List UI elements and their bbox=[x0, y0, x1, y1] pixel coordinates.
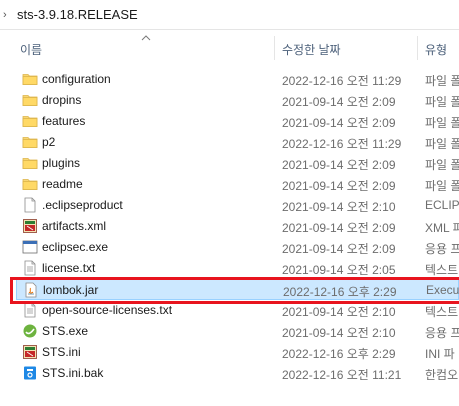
file-name[interactable]: configuration bbox=[42, 72, 111, 86]
folder-icon bbox=[22, 134, 38, 150]
text-file-icon bbox=[22, 302, 38, 318]
file-type: 파일 폴 bbox=[425, 179, 459, 193]
text-file-icon bbox=[22, 260, 38, 276]
address-bar[interactable]: › sts-3.9.18.RELEASE bbox=[0, 0, 459, 30]
sort-ascending-icon bbox=[141, 35, 151, 41]
folder-icon bbox=[22, 113, 38, 129]
file-date-modified: 2021-09-14 오전 2:10 bbox=[282, 326, 396, 340]
file-type: 응용 프 bbox=[425, 326, 459, 340]
file-name[interactable]: features bbox=[42, 114, 85, 128]
file-date-modified: 2021-09-14 오전 2:09 bbox=[282, 158, 396, 172]
file-date-modified: 2022-12-16 오전 11:29 bbox=[282, 137, 402, 151]
file-name[interactable]: artifacts.xml bbox=[42, 219, 106, 233]
file-name[interactable]: p2 bbox=[42, 135, 55, 149]
file-date-modified: 2021-09-14 오전 2:09 bbox=[282, 95, 396, 109]
file-row[interactable]: dropins 2021-09-14 오전 2:09 파일 폴 bbox=[16, 90, 459, 111]
file-name[interactable]: plugins bbox=[42, 156, 80, 170]
address-path[interactable]: sts-3.9.18.RELEASE bbox=[17, 7, 138, 22]
file-date-modified: 2021-09-14 오전 2:05 bbox=[282, 263, 396, 277]
column-separator[interactable] bbox=[274, 36, 275, 60]
folder-icon bbox=[22, 155, 38, 171]
file-type: 텍스트 bbox=[425, 305, 459, 319]
file-row[interactable]: STS.ini.bak 2022-12-16 오전 11:21 한컴오 bbox=[16, 363, 459, 384]
file-name[interactable]: open-source-licenses.txt bbox=[42, 303, 172, 317]
file-row[interactable]: p2 2022-12-16 오전 11:29 파일 폴 bbox=[16, 132, 459, 153]
file-row[interactable]: license.txt 2021-09-14 오전 2:05 텍스트 bbox=[16, 258, 459, 279]
column-separator[interactable] bbox=[417, 36, 418, 60]
file-name[interactable]: STS.ini.bak bbox=[42, 366, 103, 380]
chevron-right-icon[interactable]: › bbox=[3, 9, 13, 21]
file-date-modified: 2021-09-14 오전 2:09 bbox=[282, 179, 396, 193]
file-type: INI 파 bbox=[425, 347, 455, 361]
folder-icon bbox=[22, 71, 38, 87]
file-type: 한컴오 bbox=[425, 368, 459, 382]
file-name[interactable]: readme bbox=[42, 177, 83, 191]
file-date-modified: 2022-12-16 오전 11:21 bbox=[282, 368, 402, 382]
file-date-modified: 2022-12-16 오후 2:29 bbox=[283, 285, 397, 299]
file-date-modified: 2021-09-14 오전 2:09 bbox=[282, 242, 396, 256]
column-name-header[interactable]: 이름 bbox=[20, 41, 42, 58]
column-header: 이름 수정한 날짜 유형 bbox=[0, 35, 459, 60]
file-type: Execut bbox=[426, 283, 459, 297]
file-row[interactable]: STS.ini 2022-12-16 오후 2:29 INI 파 bbox=[16, 342, 459, 363]
ini-file-icon bbox=[22, 344, 38, 360]
file-date-modified: 2022-12-16 오후 2:29 bbox=[282, 347, 396, 361]
column-date-header[interactable]: 수정한 날짜 bbox=[282, 41, 341, 58]
file-type: 텍스트 bbox=[425, 263, 459, 277]
file-row[interactable]: readme 2021-09-14 오전 2:09 파일 폴 bbox=[16, 174, 459, 195]
file-type: XML 파 bbox=[425, 221, 459, 235]
blank-file-icon bbox=[22, 197, 38, 213]
folder-icon bbox=[22, 176, 38, 192]
hwp-file-icon bbox=[22, 365, 38, 381]
file-date-modified: 2021-09-14 오전 2:09 bbox=[282, 221, 396, 235]
file-type: 응용 프 bbox=[425, 242, 459, 256]
file-name[interactable]: eclipsec.exe bbox=[42, 240, 108, 254]
file-date-modified: 2021-09-14 오전 2:09 bbox=[282, 116, 396, 130]
jar-file-icon bbox=[23, 282, 39, 298]
file-type: 파일 폴 bbox=[425, 74, 459, 88]
file-row[interactable]: artifacts.xml 2021-09-14 오전 2:09 XML 파 bbox=[16, 216, 459, 237]
file-type: 파일 폴 bbox=[425, 95, 459, 109]
file-row[interactable]: lombok.jar 2022-12-16 오후 2:29 Execut bbox=[16, 279, 459, 300]
sts-app-icon bbox=[22, 323, 38, 339]
file-row[interactable]: configuration 2022-12-16 오전 11:29 파일 폴 bbox=[16, 69, 459, 90]
file-type: ECLIPS bbox=[425, 198, 459, 212]
exe-file-icon bbox=[22, 239, 38, 255]
file-row[interactable]: STS.exe 2021-09-14 오전 2:10 응용 프 bbox=[16, 321, 459, 342]
file-date-modified: 2021-09-14 오전 2:10 bbox=[282, 305, 396, 319]
file-name[interactable]: dropins bbox=[42, 93, 81, 107]
column-type-header[interactable]: 유형 bbox=[425, 41, 447, 58]
xml-file-icon bbox=[22, 218, 38, 234]
file-type: 파일 폴 bbox=[425, 137, 459, 151]
file-row[interactable]: .eclipseproduct 2021-09-14 오전 2:10 ECLIPS bbox=[16, 195, 459, 216]
file-date-modified: 2021-09-14 오전 2:10 bbox=[282, 200, 396, 214]
file-type: 파일 폴 bbox=[425, 158, 459, 172]
file-row[interactable]: features 2021-09-14 오전 2:09 파일 폴 bbox=[16, 111, 459, 132]
file-name[interactable]: lombok.jar bbox=[43, 283, 98, 297]
file-row[interactable]: open-source-licenses.txt 2021-09-14 오전 2:… bbox=[16, 300, 459, 321]
file-name[interactable]: STS.exe bbox=[42, 324, 88, 338]
file-row[interactable]: eclipsec.exe 2021-09-14 오전 2:09 응용 프 bbox=[16, 237, 459, 258]
file-name[interactable]: license.txt bbox=[42, 261, 95, 275]
file-name[interactable]: STS.ini bbox=[42, 345, 81, 359]
file-type: 파일 폴 bbox=[425, 116, 459, 130]
file-date-modified: 2022-12-16 오전 11:29 bbox=[282, 74, 402, 88]
file-name[interactable]: .eclipseproduct bbox=[42, 198, 123, 212]
folder-icon bbox=[22, 92, 38, 108]
file-row[interactable]: plugins 2021-09-14 오전 2:09 파일 폴 bbox=[16, 153, 459, 174]
